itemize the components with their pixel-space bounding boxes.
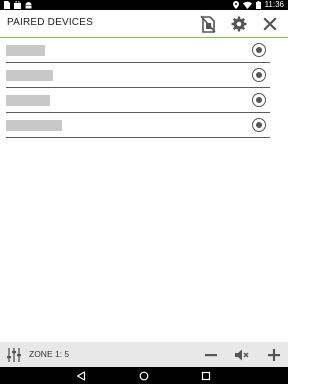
list-item[interactable] [6, 38, 270, 63]
list-item[interactable] [6, 63, 270, 88]
equalizer-icon [7, 348, 21, 362]
device-name [6, 120, 62, 131]
back-button[interactable] [74, 369, 88, 383]
battery-icon [255, 1, 261, 9]
home-icon [139, 371, 149, 381]
wifi-icon [242, 1, 252, 9]
gear-icon [231, 16, 247, 32]
header-bar: PAIRED DEVICES [0, 10, 288, 38]
device-name [6, 95, 50, 106]
status-time: 11:36 [264, 0, 284, 9]
status-bar-right: 11:36 [232, 0, 284, 10]
sim-icon [4, 1, 10, 9]
volume-up-button[interactable] [264, 345, 284, 365]
volume-down-button[interactable] [201, 345, 221, 365]
device-radio-button[interactable] [252, 93, 266, 107]
close-icon [263, 17, 277, 31]
location-icon [232, 1, 239, 9]
navigation-bar [0, 367, 288, 384]
paired-devices-list [6, 38, 270, 138]
zone-label: ZONE 1: 5 [29, 349, 70, 359]
close-button[interactable] [260, 14, 280, 34]
device-radio-button[interactable] [252, 68, 266, 82]
shopping-bag-icon [14, 1, 21, 9]
device-radio-button[interactable] [252, 118, 266, 132]
list-item[interactable] [6, 88, 270, 113]
mute-icon [235, 349, 249, 361]
settings-button[interactable] [229, 14, 249, 34]
recents-icon [201, 371, 211, 381]
android-icon [25, 2, 32, 9]
recents-button[interactable] [199, 369, 213, 383]
list-item[interactable] [6, 113, 270, 138]
device-radio-button[interactable] [252, 43, 266, 57]
volume-down-icon [205, 354, 217, 357]
device-name [6, 45, 45, 56]
equalizer-button[interactable] [4, 345, 24, 365]
status-bar-left [4, 0, 32, 10]
zone-control-bar: ZONE 1: 5 [0, 342, 288, 367]
no-sim-card-button[interactable] [198, 14, 218, 34]
home-button[interactable] [137, 369, 151, 383]
page-title: PAIRED DEVICES [7, 17, 93, 28]
device-name [6, 70, 53, 81]
volume-up-icon [268, 349, 280, 361]
status-bar: 11:36 [0, 0, 288, 10]
no-sim-card-icon [200, 15, 216, 33]
mute-button[interactable] [232, 345, 252, 365]
back-icon [76, 371, 86, 381]
